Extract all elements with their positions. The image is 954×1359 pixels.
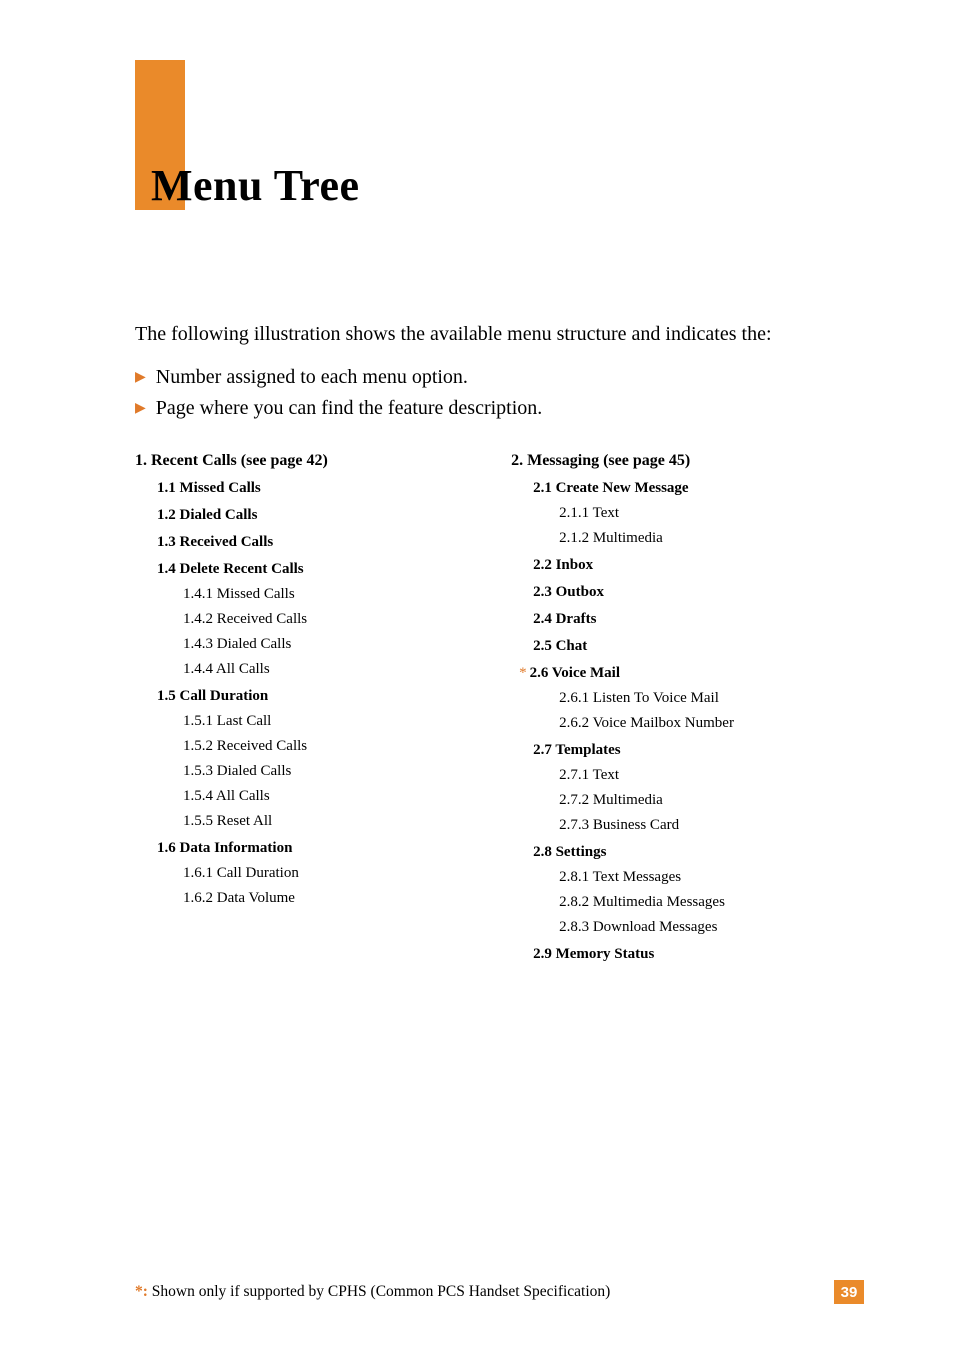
menu-item-lvl1: 2.1 Create New Message [533,480,864,497]
menu-item-lvl2: 2.1.1 Text [559,505,864,522]
bullet-item: ▶ Number assigned to each menu option. [135,362,864,393]
menu-tree-columns: 1. Recent Calls (see page 42) 1.1 Missed… [135,446,864,963]
bullet-text: Number assigned to each menu option. [156,362,468,393]
menu-item-lvl1: 1.5 Call Duration [157,688,471,705]
menu-item-lvl2: 2.7.1 Text [559,767,864,784]
menu-item-lvl2: 1.6.1 Call Duration [183,865,471,882]
document-page: Menu Tree The following illustration sho… [0,0,954,1359]
menu-item-lvl2: 2.6.1 Listen To Voice Mail [559,690,864,707]
menu-item-lvl2: 2.6.2 Voice Mailbox Number [559,715,864,732]
menu-item-lvl2: 1.4.1 Missed Calls [183,586,471,603]
menu-item-lvl2: 2.8.2 Multimedia Messages [559,894,864,911]
footer: *: Shown only if supported by CPHS (Comm… [135,1280,864,1304]
menu-item-lvl1: 2.8 Settings [533,844,864,861]
menu-item-lvl2: 1.5.5 Reset All [183,813,471,830]
page-title: Menu Tree [151,160,864,211]
bullet-item: ▶ Page where you can find the feature de… [135,393,864,424]
menu-item-lvl1: 1.3 Received Calls [157,534,471,551]
menu-item-lvl1: 2.2 Inbox [533,557,864,574]
footnote: *: Shown only if supported by CPHS (Comm… [135,1283,610,1301]
menu-item-lvl2: 1.5.1 Last Call [183,713,471,730]
menu-item-lvl2: 2.8.1 Text Messages [559,869,864,886]
menu-item-starred: *2.6 Voice Mail [511,655,864,682]
menu-item-lvl2: 1.4.4 All Calls [183,661,471,678]
footnote-text: Shown only if supported by CPHS (Common … [148,1283,610,1300]
menu-item-lvl1: 1.6 Data Information [157,840,471,857]
asterisk-icon: *: [135,1283,148,1300]
menu-item-lvl1: 1.1 Missed Calls [157,480,471,497]
menu-item-lvl2: 2.8.3 Download Messages [559,919,864,936]
bullet-text: Page where you can find the feature desc… [156,393,543,424]
menu-item-lvl2: 1.5.3 Dialed Calls [183,763,471,780]
right-list: 2.1 Create New Message 2.1.1 Text 2.1.2 Mu… [511,480,864,963]
menu-item-lvl2: 1.5.2 Received Calls [183,738,471,755]
triangle-right-icon: ▶ [135,367,146,389]
menu-item-lvl2: 1.6.2 Data Volume [183,890,471,907]
menu-item-lvl2: 1.4.3 Dialed Calls [183,636,471,653]
menu-item-lvl2: 2.7.3 Business Card [559,817,864,834]
menu-item-lvl1: 1.4 Delete Recent Calls [157,561,471,578]
triangle-right-icon: ▶ [135,398,146,420]
intro-text: The following illustration shows the ava… [135,321,864,348]
menu-item-lvl1: 2.5 Chat [533,638,864,655]
menu-item-lvl2: 1.5.4 All Calls [183,788,471,805]
menu-item-lvl1: 2.6 Voice Mail [530,665,620,682]
page-number-badge: 39 [834,1280,864,1304]
section-heading: 1. Recent Calls (see page 42) [135,452,471,470]
right-column: 2. Messaging (see page 45) 2.1 Create Ne… [511,446,864,963]
asterisk-icon: * [519,665,527,682]
menu-item-lvl2: 1.4.2 Received Calls [183,611,471,628]
menu-item-lvl1: 2.3 Outbox [533,584,864,601]
left-list: 1.1 Missed Calls 1.2 Dialed Calls 1.3 Rece… [135,480,471,907]
left-column: 1. Recent Calls (see page 42) 1.1 Missed… [135,446,471,963]
bullet-list: ▶ Number assigned to each menu option. ▶… [135,362,864,424]
menu-item-lvl1: 1.2 Dialed Calls [157,507,471,524]
menu-item-lvl2: 2.7.2 Multimedia [559,792,864,809]
menu-item-lvl2: 2.1.2 Multimedia [559,530,864,547]
menu-item-lvl1: 2.9 Memory Status [533,946,864,963]
menu-item-lvl1: 2.4 Drafts [533,611,864,628]
menu-item-lvl1: 2.7 Templates [533,742,864,759]
section-heading: 2. Messaging (see page 45) [511,452,864,470]
